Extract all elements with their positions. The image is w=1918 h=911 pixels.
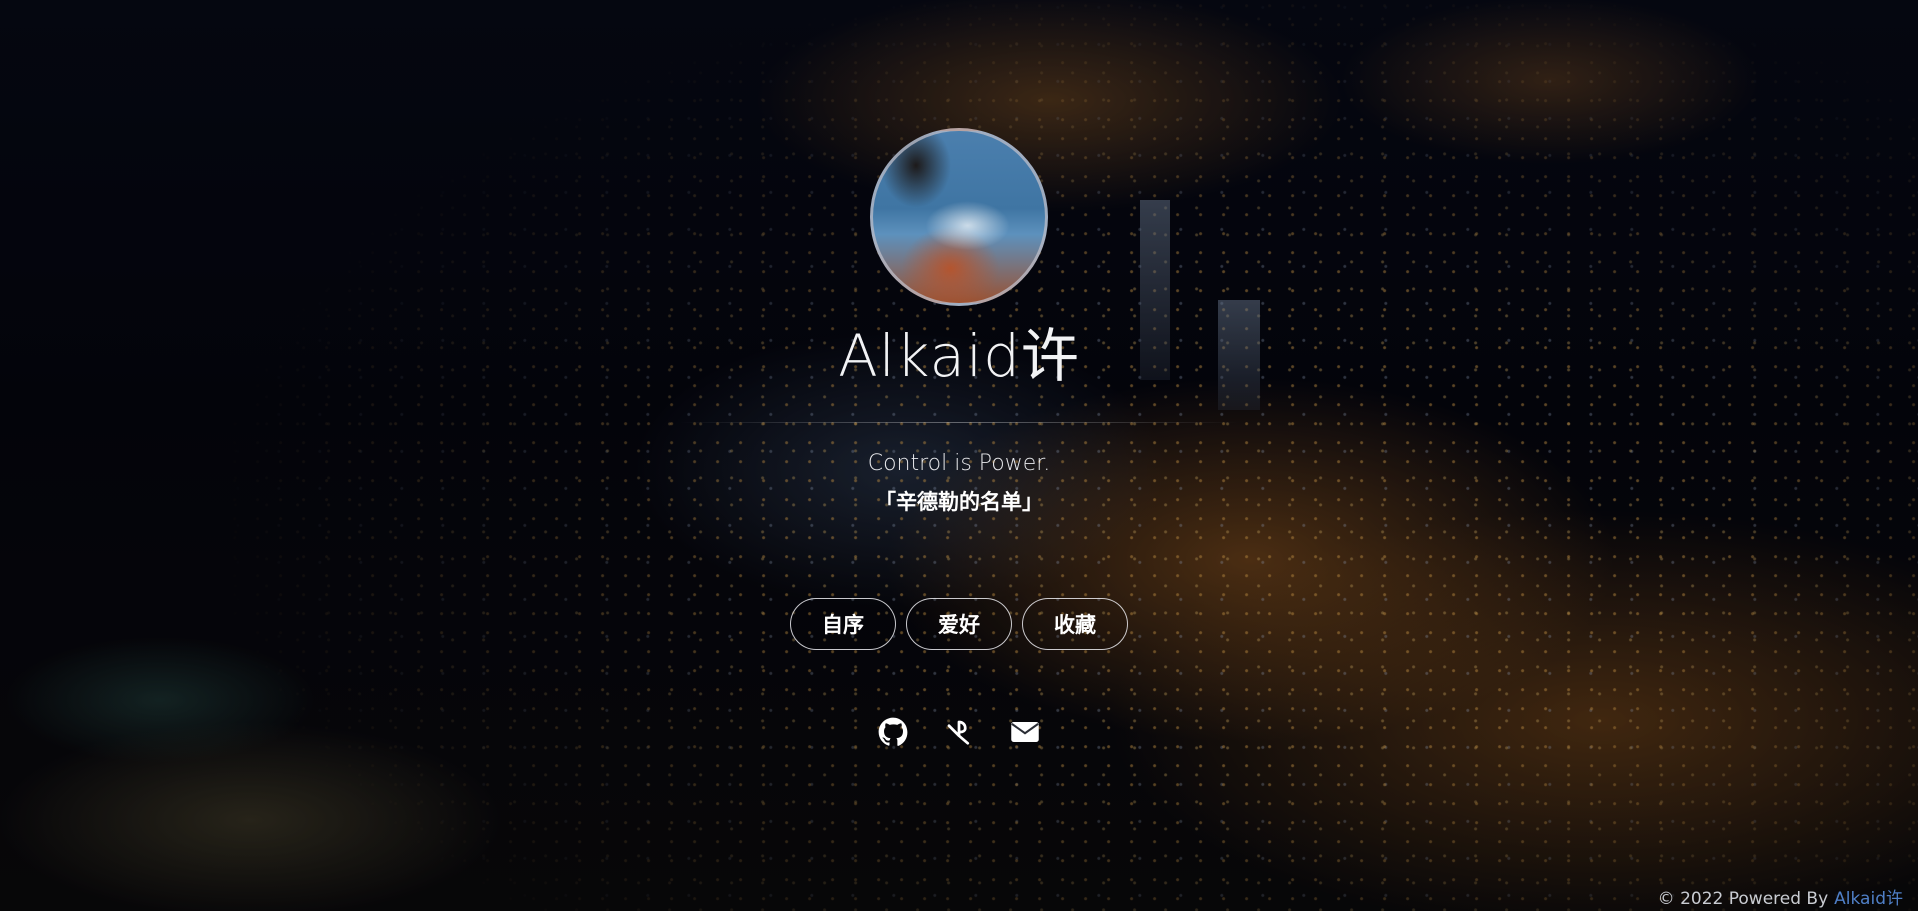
- social-links: [877, 716, 1041, 748]
- divider: [679, 422, 1239, 423]
- nav-buttons: 自序 爱好 收藏: [790, 598, 1128, 650]
- nav-button-hobbies[interactable]: 爱好: [906, 598, 1012, 650]
- profile-motto: Control is Power.: [867, 451, 1051, 476]
- background: Alkaid许 Control is Power. 「辛德勒的名单」 自序 爱好…: [0, 0, 1918, 911]
- avatar: [870, 128, 1048, 306]
- footer: © 2022 Powered By Alkaid许: [1658, 884, 1903, 909]
- profile-section: Alkaid许 Control is Power. 「辛德勒的名单」 自序 爱好…: [0, 128, 1918, 748]
- mail-icon[interactable]: [1009, 716, 1041, 748]
- footer-copyright: © 2022 Powered By: [1657, 889, 1829, 909]
- profile-name: Alkaid许: [838, 322, 1080, 390]
- footer-author-link[interactable]: Alkaid许: [1834, 889, 1903, 909]
- nav-button-preface[interactable]: 自序: [790, 598, 896, 650]
- nav-button-collection[interactable]: 收藏: [1022, 598, 1128, 650]
- profile-quote: 「辛德勒的名单」: [875, 490, 1043, 514]
- blog-icon[interactable]: [943, 716, 975, 748]
- github-icon[interactable]: [877, 716, 909, 748]
